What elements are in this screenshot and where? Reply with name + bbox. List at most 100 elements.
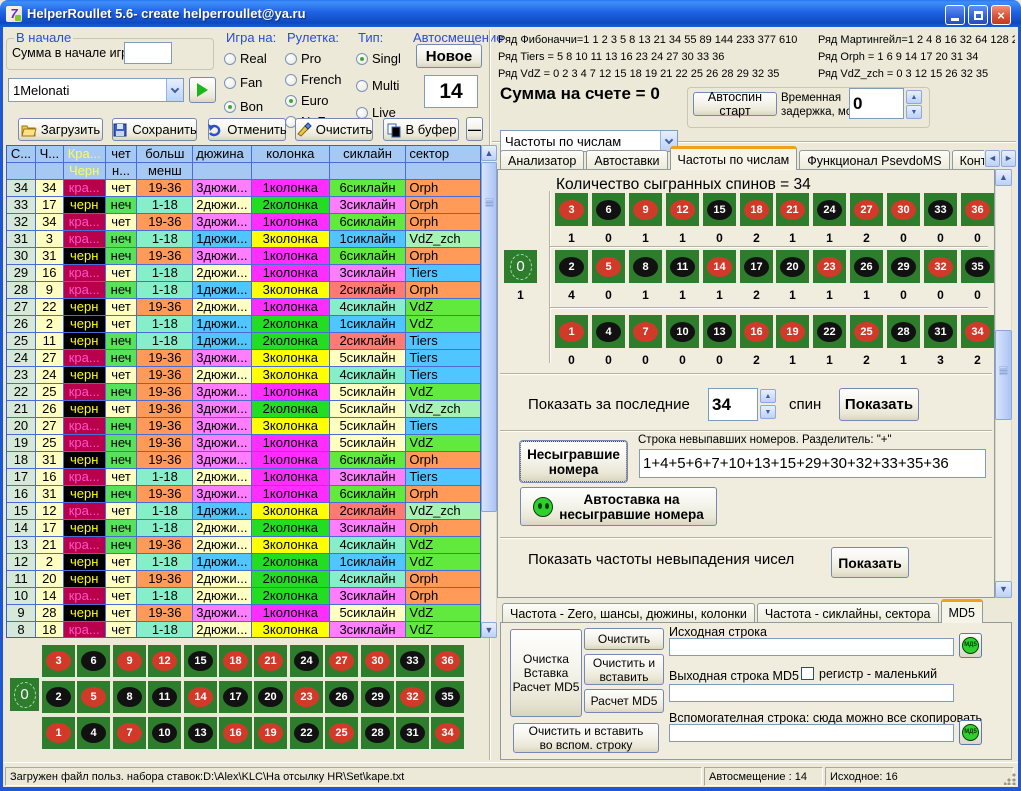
- tab-md5[interactable]: MD5: [941, 599, 983, 623]
- preset-combobox[interactable]: 1Melonati: [8, 78, 184, 102]
- md5-clear-button[interactable]: Очистить: [584, 628, 664, 650]
- tab-частота-сиклайны-сектора[interactable]: Частота - сиклайны, сектора: [757, 603, 939, 623]
- board-cell[interactable]: 9: [113, 645, 146, 677]
- delay-spin-down[interactable]: ▼: [906, 105, 922, 119]
- table-row[interactable]: 1120чернчет19-362дюжи...2колонка4сиклайн…: [7, 571, 480, 588]
- board-zero-cell[interactable]: 0: [10, 678, 39, 711]
- board-cell[interactable]: 25: [325, 717, 358, 749]
- radio-option-real[interactable]: Real: [224, 51, 282, 66]
- radio-option-pro[interactable]: Pro: [285, 51, 353, 66]
- aux-string-input[interactable]: [669, 724, 954, 742]
- board-cell[interactable]: 2: [42, 681, 75, 713]
- save-button[interactable]: Сохранить: [112, 118, 197, 141]
- tab-анализатор[interactable]: Анализатор: [500, 150, 584, 170]
- table-row[interactable]: 1925кра...неч19-363дюжи...1колонка5сикла…: [7, 435, 480, 452]
- clear-button[interactable]: Очистить: [295, 118, 373, 141]
- board-cell[interactable]: 21: [254, 645, 287, 677]
- table-row[interactable]: 818кра...чет1-182дюжи...3колонка3сиклайн…: [7, 622, 480, 638]
- table-row[interactable]: 289кра...неч1-181дюжи...3колонка2сиклайн…: [7, 282, 480, 299]
- board-cell[interactable]: 30: [361, 645, 394, 677]
- board-cell[interactable]: 32: [396, 681, 429, 713]
- md5-calc-button[interactable]: Расчет MD5: [584, 689, 664, 713]
- missed-numbers-input[interactable]: 1+4+5+6+7+10+13+15+29+30+32+33+35+36: [639, 449, 986, 478]
- autoshift-new-button[interactable]: Новое: [416, 44, 482, 68]
- start-sum-input[interactable]: [124, 42, 172, 64]
- board-cell[interactable]: 34: [431, 717, 464, 749]
- board-cell[interactable]: 24: [290, 645, 323, 677]
- table-row[interactable]: 3234кра...чет19-363дюжи...1колонка6сикла…: [7, 214, 480, 231]
- board-cell[interactable]: 7: [113, 717, 146, 749]
- register-checkbox[interactable]: [801, 667, 814, 680]
- md5-aux-icon-button[interactable]: МД5: [959, 720, 982, 745]
- table-row[interactable]: 3317черннеч1-182дюжи...2колонка3сиклайнO…: [7, 197, 480, 214]
- board-cell[interactable]: 36: [431, 645, 464, 677]
- tab-частоты-по-числам[interactable]: Частоты по числам: [670, 146, 798, 170]
- board-cell[interactable]: 18: [219, 645, 252, 677]
- autospin-start-button[interactable]: Автоспин старт: [693, 92, 777, 116]
- minimize-button[interactable]: [945, 5, 965, 25]
- autoshift-value-input[interactable]: 14: [424, 75, 478, 108]
- table-row[interactable]: 2324чернчет19-362дюжи...3колонка4сиклайн…: [7, 367, 480, 384]
- table-row[interactable]: 2511черннеч1-181дюжи...2колонка2сиклайнT…: [7, 333, 480, 350]
- table-row[interactable]: 2916кра...чет1-182дюжи...1колонка3сиклай…: [7, 265, 480, 282]
- chevron-down-icon[interactable]: [166, 79, 183, 101]
- panel-scroll-up[interactable]: ▲: [995, 169, 1012, 186]
- board-cell[interactable]: 15: [184, 645, 217, 677]
- panel-scroll-thumb[interactable]: [995, 330, 1012, 420]
- table-row[interactable]: 3434кра...чет19-363дюжи...1колонка6сикла…: [7, 180, 480, 197]
- source-string-input[interactable]: [669, 638, 954, 656]
- maximize-button[interactable]: [968, 5, 988, 25]
- tab-scroll-left[interactable]: ◄: [985, 150, 1000, 167]
- panel-scroll-down[interactable]: ▼: [995, 581, 1012, 598]
- play-button[interactable]: [189, 77, 216, 103]
- board-cell[interactable]: 31: [396, 717, 429, 749]
- tab-функционал-psevdoms[interactable]: Функционал PsevdoMS: [799, 150, 949, 170]
- radio-option-multi[interactable]: Multi: [356, 78, 410, 93]
- radio-option-euro[interactable]: Euro: [285, 93, 353, 108]
- table-row[interactable]: 928чернчет19-363дюжи...1колонка5сиклайнV…: [7, 605, 480, 622]
- table-row[interactable]: 1321кра...неч19-362дюжи...3колонка4сикла…: [7, 537, 480, 554]
- board-cell[interactable]: 5: [77, 681, 110, 713]
- tab-контроль-банкро[interactable]: Контроль банкро: [952, 150, 984, 170]
- close-button[interactable]: ×: [991, 5, 1011, 25]
- board-cell[interactable]: 22: [290, 717, 323, 749]
- table-row[interactable]: 2722чернчет19-362дюжи...1колонка4сиклайн…: [7, 299, 480, 316]
- table-scroll-thumb[interactable]: [481, 162, 497, 512]
- board-cell[interactable]: 29: [361, 681, 394, 713]
- table-row[interactable]: 1512кра...чет1-181дюжи...3колонка2сиклай…: [7, 503, 480, 520]
- delay-input[interactable]: 0: [849, 88, 904, 119]
- show-button[interactable]: Показать: [839, 388, 919, 421]
- tab-scroll-right[interactable]: ►: [1001, 150, 1016, 167]
- board-cell[interactable]: 23: [290, 681, 323, 713]
- radio-option-bon[interactable]: Bon: [224, 99, 282, 114]
- show-last-spin-down[interactable]: ▼: [760, 405, 776, 419]
- delay-spin-up[interactable]: ▲: [906, 90, 922, 104]
- table-row[interactable]: 3031черннеч19-363дюжи...1колонка6сиклайн…: [7, 248, 480, 265]
- show-last-spin-up[interactable]: ▲: [760, 389, 776, 403]
- md5-big-button[interactable]: Очистка Вставка Расчет MD5: [510, 629, 582, 717]
- board-cell[interactable]: 1: [42, 717, 75, 749]
- board-cell[interactable]: 13: [184, 717, 217, 749]
- table-row[interactable]: 122чернчет1-181дюжи...2колонка1сиклайнVd…: [7, 554, 480, 571]
- resize-grip[interactable]: [1004, 773, 1016, 785]
- table-row[interactable]: 2126чернчет19-363дюжи...2колонка5сиклайн…: [7, 401, 480, 418]
- board-cell[interactable]: 19: [254, 717, 287, 749]
- md5-clear-paste-button[interactable]: Очистить и вставить: [584, 654, 664, 685]
- board-cell[interactable]: 14: [184, 681, 217, 713]
- tab-автоставки[interactable]: Автоставки: [586, 150, 667, 170]
- board-cell[interactable]: 33: [396, 645, 429, 677]
- table-row[interactable]: 1417черннеч1-182дюжи...2колонка3сиклайнO…: [7, 520, 480, 537]
- board-cell[interactable]: 35: [431, 681, 464, 713]
- table-row[interactable]: 2027кра...неч19-363дюжи...3колонка5сикла…: [7, 418, 480, 435]
- table-row[interactable]: 2225кра...неч19-363дюжи...1колонка5сикла…: [7, 384, 480, 401]
- table-row[interactable]: 2427кра...неч19-363дюжи...3колонка5сикла…: [7, 350, 480, 367]
- board-cell[interactable]: 10: [148, 717, 181, 749]
- copy-to-buffer-button[interactable]: В буфер: [383, 118, 459, 141]
- board-cell[interactable]: 16: [219, 717, 252, 749]
- table-scroll-up[interactable]: ▲: [481, 145, 497, 161]
- table-row[interactable]: 1014кра...чет1-182дюжи...2колонка3сиклай…: [7, 588, 480, 605]
- show-last-input[interactable]: 34: [708, 388, 758, 421]
- board-cell[interactable]: 28: [361, 717, 394, 749]
- collapse-button[interactable]: —: [466, 117, 483, 141]
- board-cell[interactable]: 12: [148, 645, 181, 677]
